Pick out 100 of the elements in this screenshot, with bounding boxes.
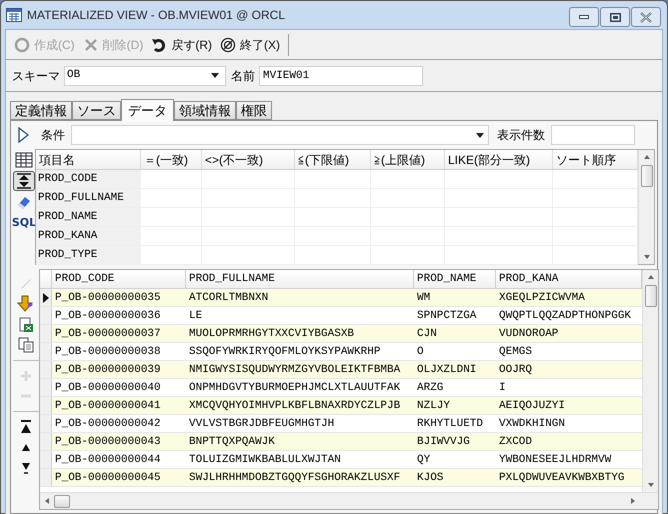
table-cell-text: BJIWVVJG: [416, 435, 471, 450]
table-cell-text: VUDNOROAP: [498, 327, 560, 342]
count-field[interactable]: [551, 125, 635, 145]
table-cell-text: PXLQDWUVEAVKWBXBTYG: [498, 471, 626, 486]
table-cell-text: AEIQOJUZYI: [498, 399, 566, 414]
row-indicator[interactable]: [40, 289, 52, 306]
close-icon: [640, 12, 652, 22]
table-cell: PROD_FULLNAME: [36, 189, 141, 207]
dropdown-arrow-icon: [476, 132, 484, 138]
tab[interactable]: データ: [121, 99, 174, 121]
table-cell-text: VXWDKHINGN: [498, 417, 566, 432]
copy-icon[interactable]: [18, 337, 34, 353]
table-cell-text: I: [498, 381, 507, 396]
column-header[interactable]: ≧(上限値): [371, 150, 445, 169]
table-cell-text: P_OB-00000000037: [54, 327, 162, 342]
column-header[interactable]: PROD_CODE: [52, 270, 186, 288]
column-header[interactable]: ＝(一致): [141, 150, 202, 169]
table-icon: [6, 8, 22, 22]
horizontal-scrollbar[interactable]: [40, 492, 658, 509]
scroll-thumb[interactable]: [644, 285, 656, 307]
table-cell-text: ZXCOD: [498, 435, 534, 450]
column-header[interactable]: <>(不一致): [202, 150, 295, 169]
table-cell: PROD_KANA: [36, 227, 141, 245]
close-button[interactable]: [631, 7, 661, 27]
table-cell: PROD_NAME: [36, 208, 141, 226]
table-cell-text: BNPTTQXPQAWJK: [188, 435, 276, 450]
tab[interactable]: 領域情報: [174, 101, 236, 120]
eraser-icon[interactable]: [16, 194, 32, 210]
minimize-button[interactable]: [569, 7, 599, 27]
table-cell-text: QEMGS: [498, 345, 534, 360]
sql-button[interactable]: SQL: [12, 214, 36, 230]
table-cell-text: QWQPTLQQZADPTHONPGGK: [498, 309, 632, 324]
spreadsheet-icon[interactable]: [18, 317, 34, 333]
column-header[interactable]: PROD_NAME: [414, 270, 496, 288]
table-cell-text: P_OB-00000000040: [54, 381, 162, 396]
maximize-button[interactable]: [600, 7, 630, 27]
scrollbar[interactable]: [642, 270, 658, 492]
table-cell-text: ONPMHDGVTYBURMOEPHJMCLXTLAUUTFAK: [188, 381, 402, 396]
table-cell-text: P_OB-00000000043: [54, 435, 162, 450]
table-cell-text: OLJXZLDNI: [416, 363, 478, 378]
table-cell: PROD_CODE: [36, 170, 141, 188]
table-cell-text: XMCQVQHYOIMHVPLKBFLBNAXRDYCZLPJB: [188, 399, 402, 414]
schema-dropdown[interactable]: OB: [64, 66, 226, 86]
table-cell-text: CJN: [416, 327, 438, 342]
table-cell-text: MUOLOPRMRHGYTXXCVIYBGASXB: [188, 327, 356, 342]
table-cell-text: LE: [188, 309, 204, 324]
table-cell-text: P_OB-00000000038: [54, 345, 162, 360]
table-cell-text: QY: [416, 453, 432, 468]
window-title: MATERIALIZED VIEW - OB.MVIEW01 @ ORCL: [27, 7, 285, 24]
name-label: 名前: [231, 68, 255, 84]
column-header[interactable]: 項目名: [36, 150, 141, 169]
scrollbar[interactable]: [638, 150, 654, 264]
table-cell-text: VVLVSTBGRJDBFEUGMHGTJH: [188, 417, 336, 432]
cross-icon: [82, 36, 99, 52]
table-cell-text: ARZG: [416, 381, 444, 396]
tab[interactable]: 権限: [236, 101, 272, 120]
table-cell-text: P_OB-00000000042: [54, 417, 162, 432]
tab[interactable]: ソース: [72, 101, 121, 120]
column-header[interactable]: ≦(下限値): [295, 150, 371, 169]
first-record-icon[interactable]: [18, 419, 34, 435]
circle-icon: [14, 36, 30, 52]
table-cell-text: KJOS: [416, 471, 444, 486]
table-cell-text: SPNPCTZGA: [416, 309, 478, 324]
scroll-thumb[interactable]: [54, 494, 70, 508]
table-cell-text: SWJLHRHHMDOBZTGQQYFSGHORAKZLUSXF: [188, 471, 402, 486]
table-cell-text: P_OB-00000000035: [54, 291, 162, 306]
table-cell-text: OOJRQ: [498, 363, 534, 378]
table-cell-text: YWBONESEEJLHDRMVW: [498, 453, 612, 468]
table-cell-text: P_OB-00000000044: [54, 453, 162, 468]
table-cell-text: SSQOFYWRKIRYQOFMLOYKSYPAWKRHP: [188, 345, 382, 360]
table-cell-text: P_OB-00000000039: [54, 363, 162, 378]
schema-label: スキーマ: [12, 68, 60, 84]
dropdown-arrow-icon: [211, 73, 219, 78]
scroll-thumb[interactable]: [640, 165, 652, 187]
grid-icon[interactable]: [15, 152, 33, 168]
download-arrow-icon[interactable]: [17, 295, 35, 313]
minimize-icon: [579, 15, 589, 19]
tab[interactable]: 定義情報: [10, 101, 72, 120]
table-cell-text: XGEQLPZICWVMA: [498, 291, 586, 306]
table-cell-text: ATCORLTMBNXN: [188, 291, 270, 306]
undo-icon: [151, 36, 168, 52]
play-icon[interactable]: [17, 127, 29, 143]
column-header[interactable]: PROD_FULLNAME: [186, 270, 414, 288]
count-label: 表示件数: [497, 127, 545, 144]
table-cell-text: O: [416, 345, 425, 360]
name-field[interactable]: MVIEW01: [259, 66, 423, 86]
table-cell: PROD_TYPE: [36, 246, 141, 264]
toolbar-button[interactable]: 戻す(R): [149, 34, 214, 56]
current-row-icon: [42, 292, 48, 302]
toolbar-button[interactable]: 終了(X): [218, 34, 282, 56]
table-cell-text: P_OB-00000000036: [54, 309, 162, 324]
table-cell-text: RKHYTLUETD: [416, 417, 484, 432]
table-cell-text: P_OB-00000000041: [54, 399, 162, 414]
column-header[interactable]: LIKE(部分一致): [445, 150, 553, 169]
condition-dropdown[interactable]: [71, 125, 489, 145]
table-cell-text: P_OB-00000000045: [54, 471, 162, 486]
table-cell-text: NMIGWYSISQUDWYRMZGYVBOLEIKTFBMBA: [188, 363, 402, 378]
maximize-icon: [610, 12, 620, 22]
table-cell-text: NZLJY: [416, 399, 452, 414]
stop-icon: [220, 36, 236, 52]
